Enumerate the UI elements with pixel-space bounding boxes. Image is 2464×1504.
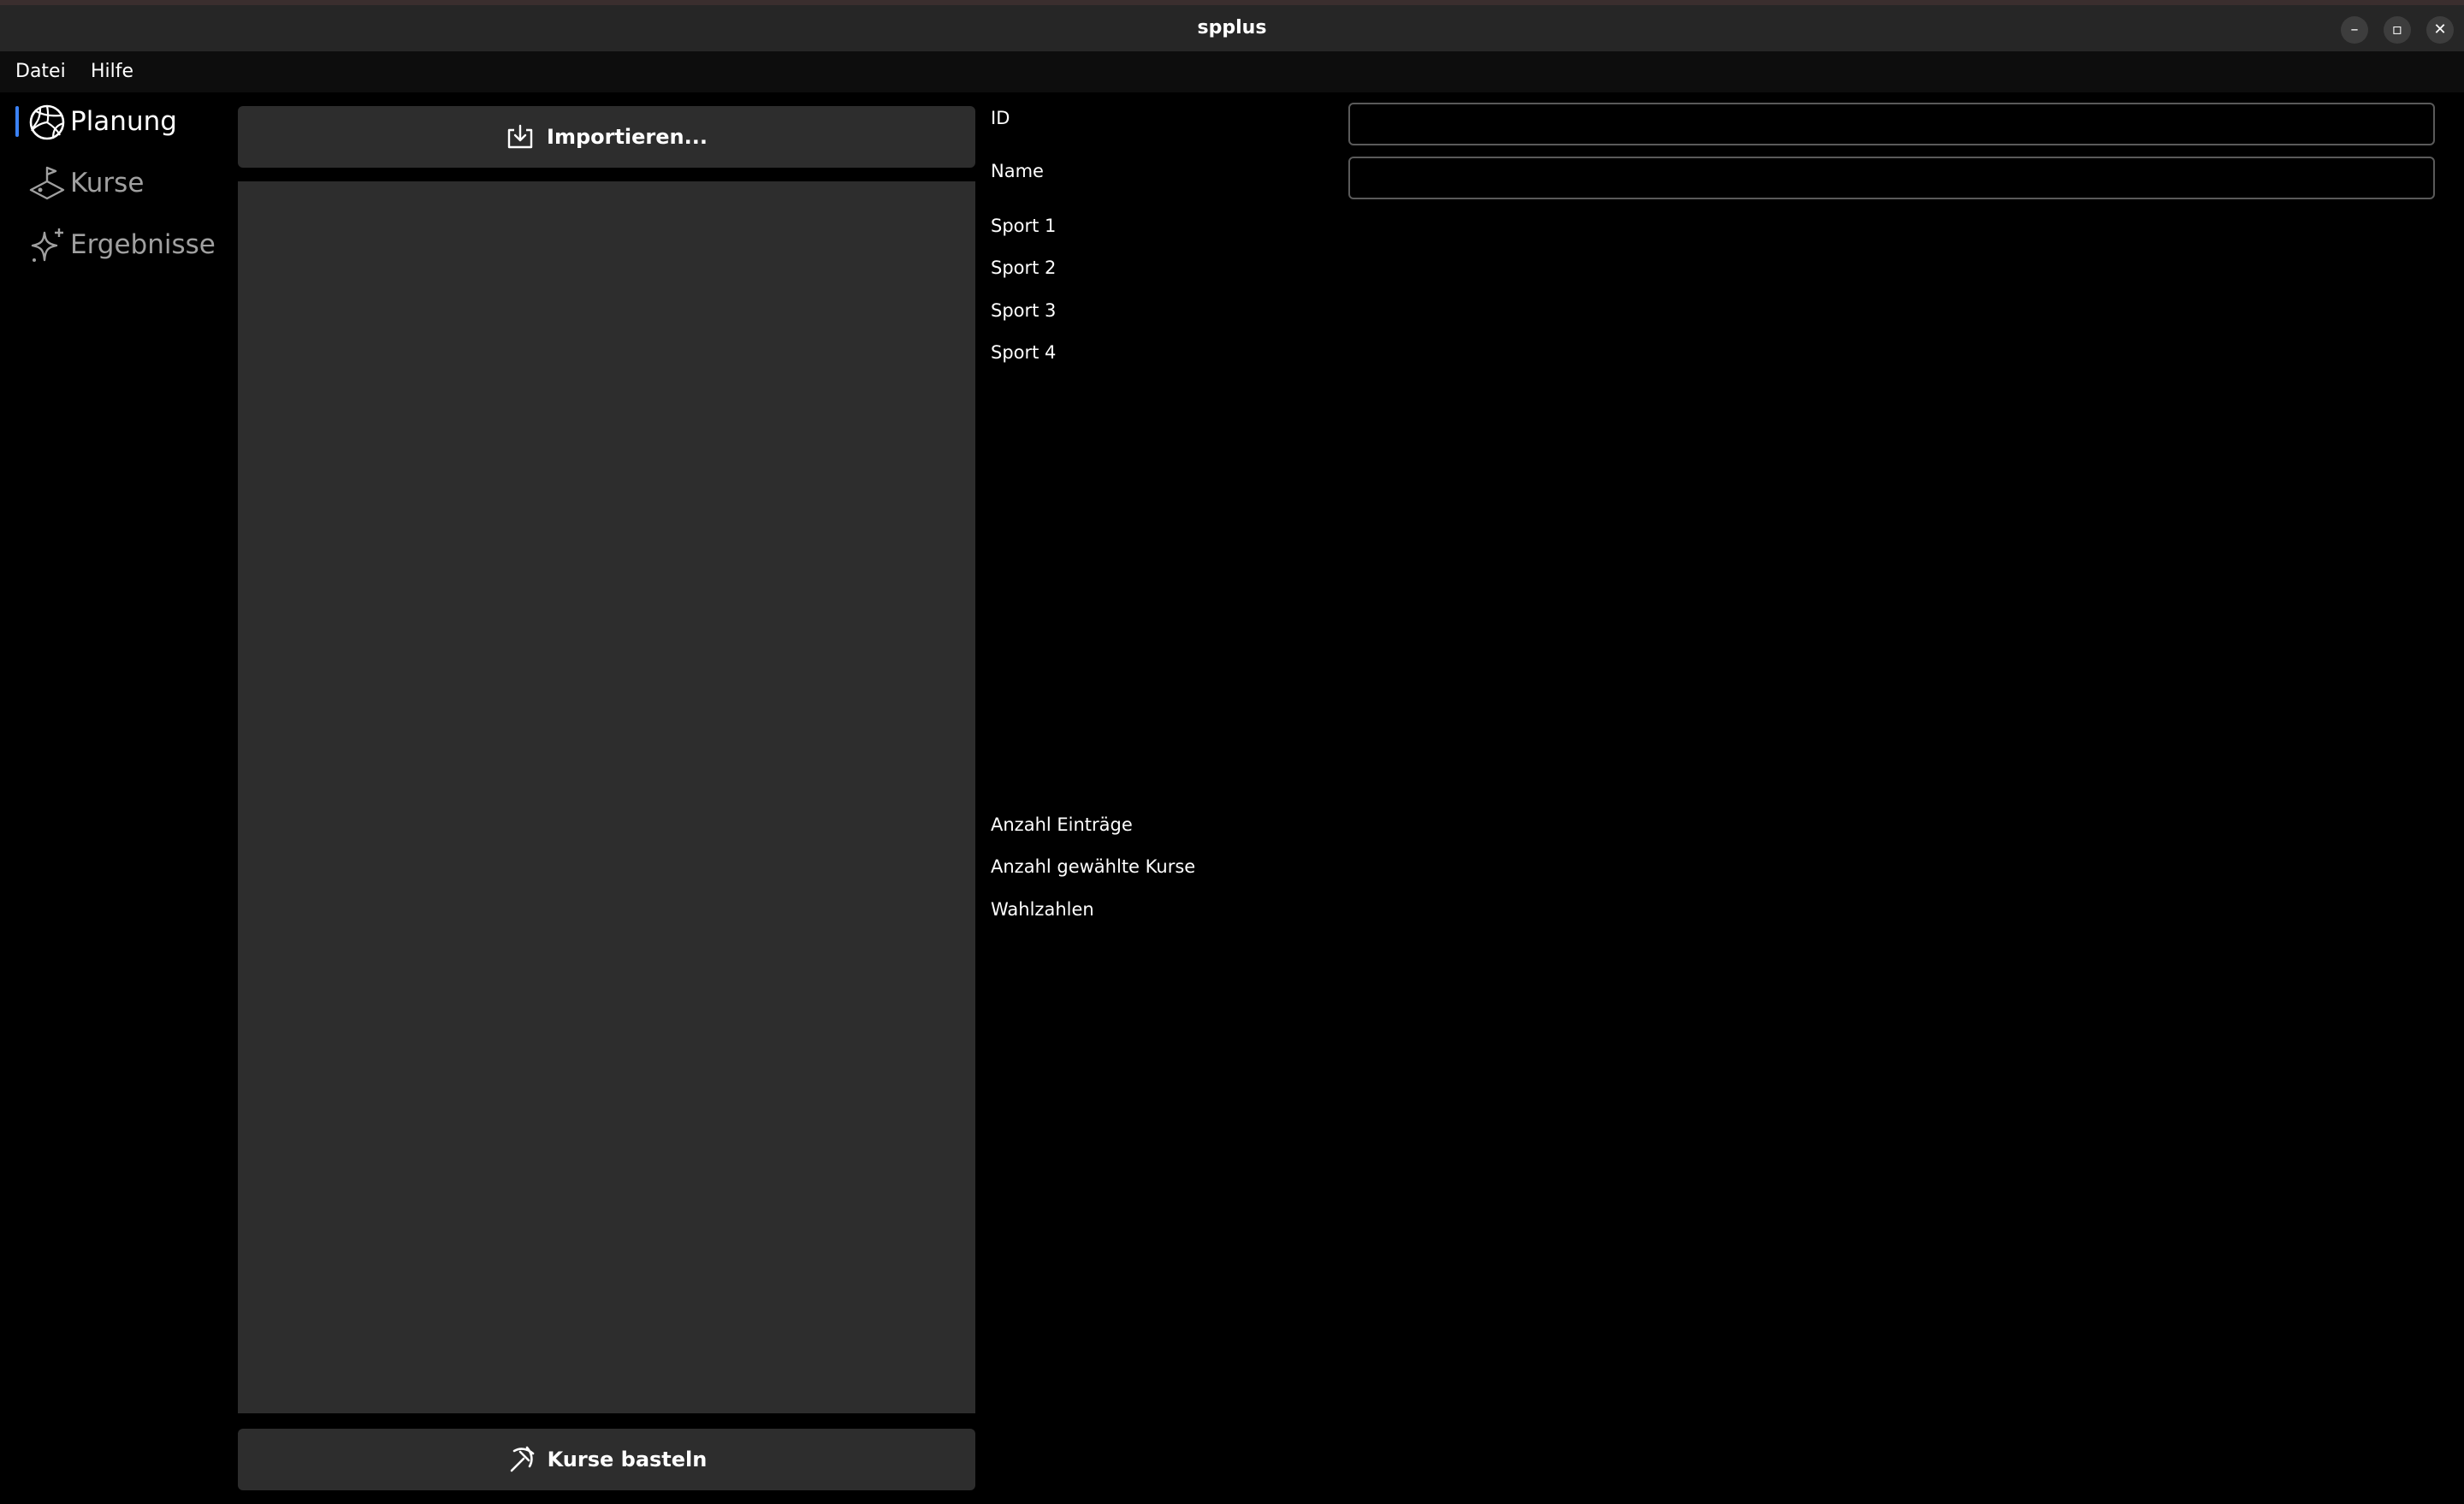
maximize-button[interactable]: ▫ (2384, 16, 2411, 44)
entries-list[interactable] (238, 181, 975, 1413)
sidebar-item-ergebnisse[interactable]: Ergebnisse (15, 219, 229, 270)
volleyball-icon (29, 104, 65, 140)
import-icon (507, 124, 533, 149)
id-field[interactable] (1348, 103, 2435, 145)
name-field[interactable] (1348, 157, 2435, 199)
course-icon (29, 166, 65, 200)
pickaxe-icon (510, 1446, 534, 1472)
sport-3-label: Sport 3 (991, 300, 1057, 321)
entries-count-label: Anzahl Einträge (991, 814, 1133, 835)
title-bar: spplus – ▫ ✕ (0, 0, 2464, 51)
sidebar-item-planung[interactable]: Planung (15, 96, 229, 147)
menu-bar: Datei Hilfe (0, 51, 2464, 92)
sport-2-label: Sport 2 (991, 258, 1057, 278)
sport-4-label: Sport 4 (991, 342, 1057, 363)
sidebar: Planung Kurse Ergebnisse (0, 92, 233, 1504)
import-button[interactable]: Importieren... (238, 106, 975, 168)
id-label: ID (991, 108, 1010, 128)
menu-hilfe[interactable]: Hilfe (91, 51, 133, 92)
choice-numbers-label: Wahlzahlen (991, 899, 1094, 920)
sparkle-icon (31, 228, 63, 262)
sidebar-item-kurse[interactable]: Kurse (15, 157, 229, 209)
menu-datei[interactable]: Datei (15, 51, 66, 92)
close-button[interactable]: ✕ (2426, 16, 2454, 44)
sidebar-item-label: Kurse (70, 168, 145, 198)
sport-1-label: Sport 1 (991, 216, 1057, 236)
active-indicator (15, 106, 19, 137)
sidebar-item-label: Planung (70, 106, 177, 137)
sidebar-item-label: Ergebnisse (70, 229, 216, 260)
import-button-label: Importieren... (547, 125, 708, 149)
window-title: spplus (1197, 17, 1267, 38)
selected-courses-count-label: Anzahl gewählte Kurse (991, 856, 1196, 877)
build-courses-button-label: Kurse basteln (547, 1448, 708, 1471)
minimize-button[interactable]: – (2341, 16, 2368, 44)
build-courses-button[interactable]: Kurse basteln (238, 1429, 975, 1490)
name-label: Name (991, 161, 1044, 181)
